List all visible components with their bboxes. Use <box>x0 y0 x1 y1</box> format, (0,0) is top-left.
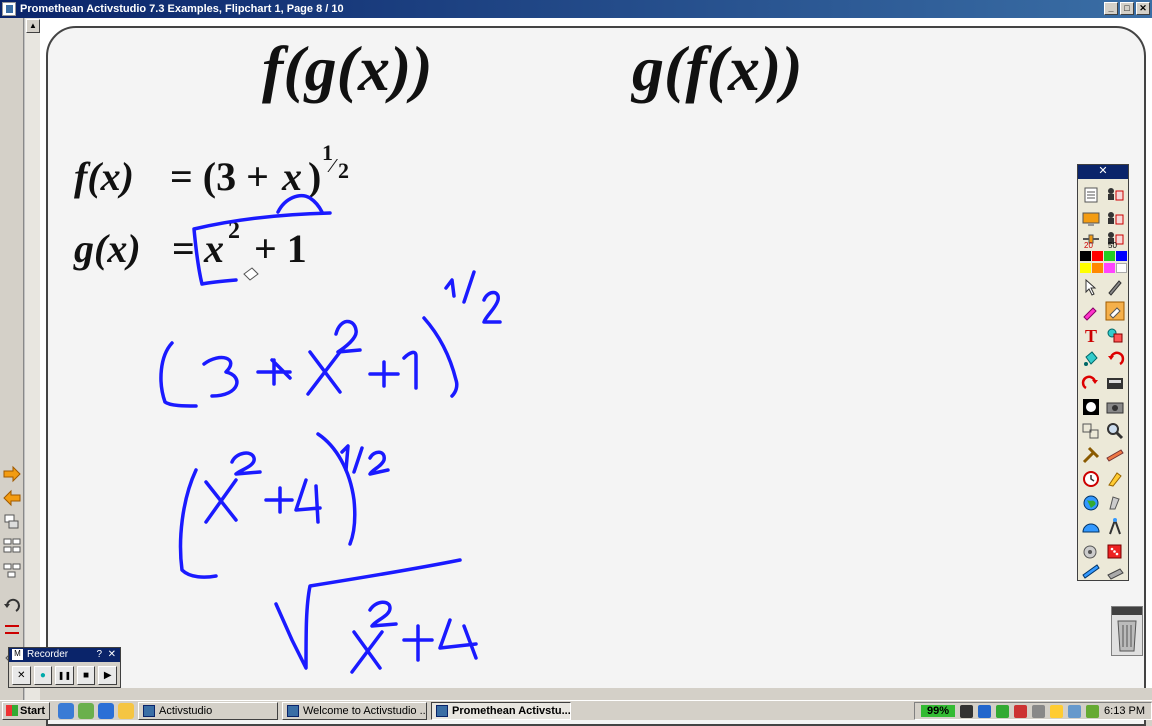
ruler-tool-icon[interactable] <box>1105 445 1125 465</box>
power-plug-icon[interactable] <box>960 704 974 718</box>
tools-icon[interactable] <box>1081 445 1101 465</box>
taskbar-item-welcome[interactable]: Welcome to Activstudio ... <box>282 701 427 720</box>
globe-icon[interactable] <box>1081 493 1101 513</box>
equation-f-of-x: f(x) = (3 + x ) 1 ⁄ 2 <box>74 140 349 199</box>
recorder-play-button[interactable]: ▶ <box>98 666 117 685</box>
color-swatch-white[interactable] <box>1116 262 1127 273</box>
magnifier-icon[interactable] <box>1105 421 1125 441</box>
recorder-pause-button[interactable]: ❚❚ <box>55 666 74 685</box>
svg-text:=: = <box>172 226 195 271</box>
messenger-icon[interactable] <box>118 702 134 719</box>
start-label: Start <box>20 704 46 717</box>
update-tray-icon[interactable] <box>1086 704 1100 718</box>
svg-text:x: x <box>203 226 224 271</box>
clock[interactable]: 6:13 PM <box>1104 705 1145 717</box>
rubber-stamp-icon[interactable] <box>1081 541 1101 561</box>
welcome-task-icon <box>287 704 299 717</box>
main-toolbox: ✕ 20 50 T <box>1077 164 1129 581</box>
keyboard-icon[interactable] <box>1105 561 1125 581</box>
dice-icon[interactable] <box>1105 541 1125 561</box>
svg-text:f(x): f(x) <box>74 154 134 199</box>
flipchart-content: f(g(x)) g(f(x)) f(x) = (3 + x ) 1 ⁄ 2 g(… <box>73 33 803 674</box>
resource-tool-icon[interactable] <box>1105 469 1125 489</box>
taskbar-item-activstudio[interactable]: Activstudio <box>138 701 278 720</box>
eraser-tool-icon[interactable] <box>1105 301 1125 321</box>
color-swatch-red[interactable] <box>1092 251 1103 261</box>
bluetooth-icon[interactable] <box>978 704 992 718</box>
battery-indicator[interactable]: 99% <box>921 705 956 717</box>
internet-explorer-icon[interactable] <box>58 702 74 719</box>
firefox-icon[interactable] <box>98 702 114 719</box>
recorder-close-button[interactable]: ✕ <box>108 648 116 661</box>
windows-flag-icon <box>6 705 18 716</box>
trash-can-icon[interactable] <box>1111 606 1143 656</box>
camera-icon[interactable] <box>1105 397 1125 417</box>
color-swatch-pink[interactable] <box>1104 262 1115 273</box>
clock-icon[interactable] <box>1081 469 1101 489</box>
security-icon[interactable] <box>1014 704 1028 718</box>
color-swatch-orange[interactable] <box>1092 262 1103 273</box>
volume-icon[interactable] <box>1032 704 1046 718</box>
color-swatch-yellow[interactable] <box>1080 262 1091 273</box>
text-tool-icon[interactable]: T <box>1081 325 1101 345</box>
compass-icon[interactable] <box>1105 517 1125 537</box>
ruler-icon[interactable] <box>1081 561 1101 581</box>
recorder-help-button[interactable]: ? <box>96 648 102 661</box>
person-profile-2-icon[interactable] <box>1105 209 1125 229</box>
redo-icon[interactable] <box>1081 373 1101 393</box>
media-player-icon[interactable] <box>78 702 94 719</box>
messenger-tray-icon[interactable] <box>1050 704 1064 718</box>
protractor-icon[interactable] <box>1081 517 1101 537</box>
activstudio-task-icon <box>143 704 155 717</box>
undo-icon[interactable] <box>1105 349 1125 369</box>
display-desktop-icon[interactable] <box>1081 209 1101 229</box>
system-tray: 99% 6:13 PM <box>914 702 1152 720</box>
svg-text:= (3 +: = (3 + <box>170 154 269 199</box>
fill-bucket-icon[interactable] <box>1081 349 1101 369</box>
quick-launch <box>58 702 134 719</box>
horizontal-scrollbar[interactable] <box>40 688 1152 700</box>
heading-g-of-f-of-x: g(f(x)) <box>630 33 803 104</box>
equation-g-of-x: g(x) = x 2 + 1 <box>73 218 307 271</box>
pen-width-large: 50 <box>1108 241 1117 250</box>
recorder-title-bar: M Recorder ? ✕ <box>9 648 120 662</box>
svg-text:+ 1: + 1 <box>254 226 307 271</box>
recorder-cancel-button[interactable]: ✕ <box>12 666 31 685</box>
recorder-panel: M Recorder ? ✕ ✕ ● ❚❚ ■ ▶ <box>8 647 121 688</box>
display-tray-icon[interactable] <box>1068 704 1082 718</box>
connector-icon[interactable] <box>1081 421 1101 441</box>
pen-width-small: 20 <box>1084 241 1093 250</box>
svg-text:g(x): g(x) <box>73 226 141 271</box>
heading-f-of-g-of-x: f(g(x)) <box>262 33 433 104</box>
taskbar-item-promethean[interactable]: Promethean Activstu... <box>431 701 571 720</box>
select-arrow-icon[interactable] <box>1081 277 1101 297</box>
color-swatch-black[interactable] <box>1080 251 1091 261</box>
color-swatch-blue[interactable] <box>1116 251 1127 261</box>
taskbar: Start Activstudio Welcome to Activstudio… <box>0 700 1152 720</box>
flipchart-menu-icon[interactable] <box>1081 185 1101 205</box>
spotlight-icon[interactable] <box>1081 397 1101 417</box>
person-profile-icon[interactable] <box>1105 185 1125 205</box>
svg-text:): ) <box>308 154 321 199</box>
reveal-blind-icon[interactable] <box>1105 373 1125 393</box>
shapes-tool-icon[interactable] <box>1105 325 1125 345</box>
highlighter-icon[interactable] <box>1081 301 1101 321</box>
recorder-m-icon: M <box>12 649 23 660</box>
svg-text:T: T <box>1085 326 1097 345</box>
svg-text:2: 2 <box>338 158 349 183</box>
start-button[interactable]: Start <box>2 701 50 720</box>
color-swatch-green[interactable] <box>1104 251 1115 261</box>
pen-tool-icon[interactable] <box>1105 277 1125 297</box>
sound-recorder-icon[interactable] <box>1105 493 1125 513</box>
svg-text:x: x <box>281 154 302 199</box>
recorder-title: Recorder <box>27 649 69 660</box>
recorder-stop-button[interactable]: ■ <box>76 666 96 685</box>
network-icon[interactable] <box>996 704 1010 718</box>
toolbox-close-button[interactable]: ✕ <box>1078 165 1128 179</box>
promethean-task-icon <box>436 704 448 717</box>
recorder-record-button[interactable]: ● <box>33 666 53 685</box>
color-palette <box>1080 251 1127 273</box>
